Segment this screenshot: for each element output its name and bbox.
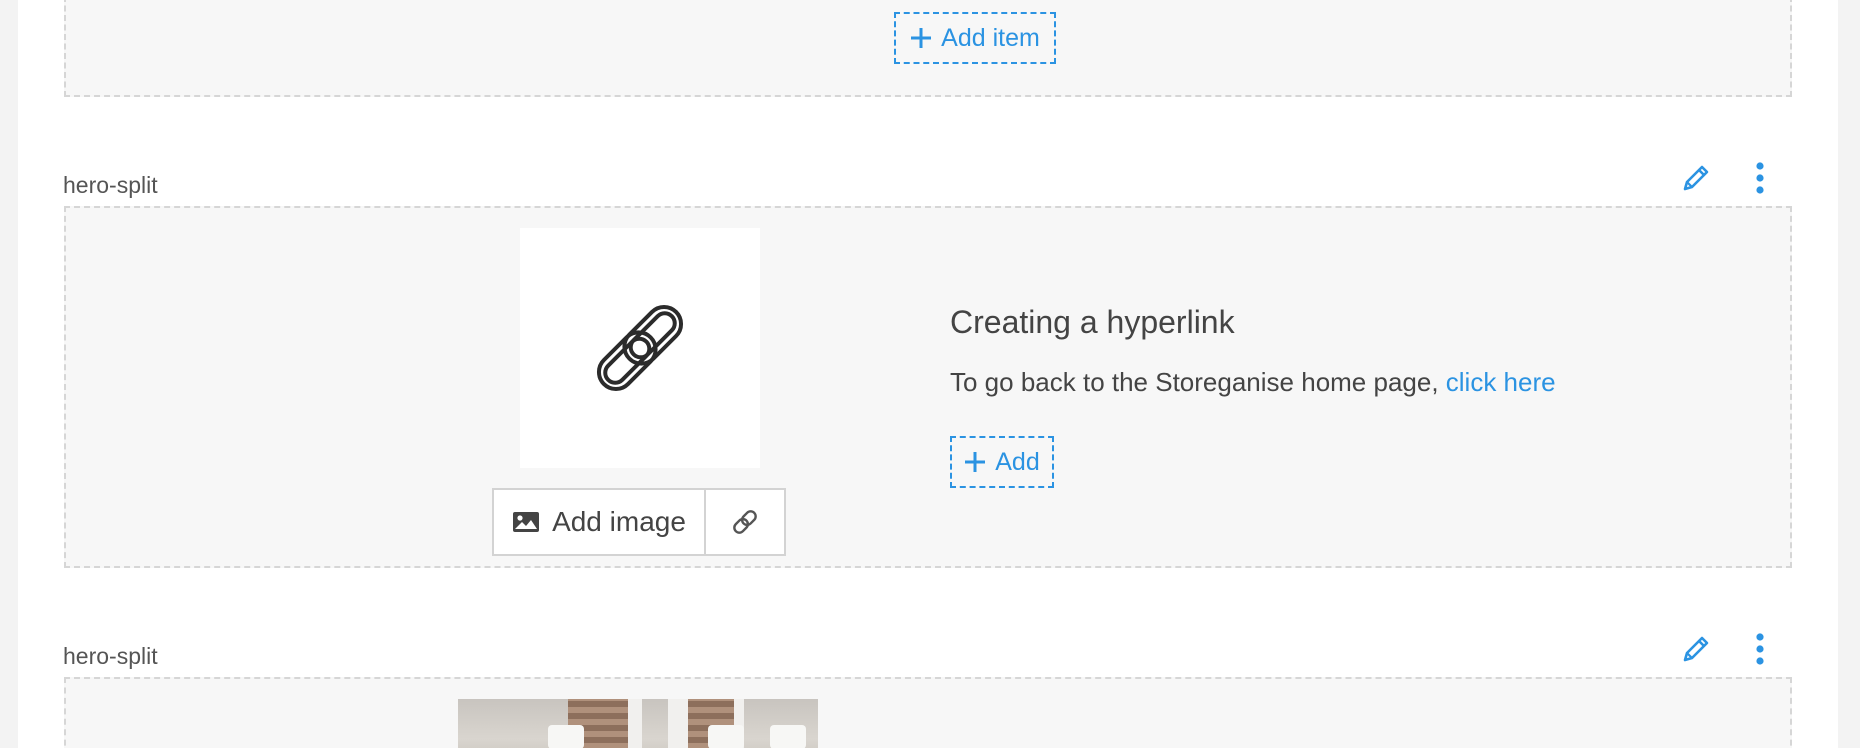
photo-lamp xyxy=(770,725,806,748)
add-button[interactable]: Add xyxy=(950,436,1054,488)
add-item-label: Add item xyxy=(941,23,1040,52)
photo-post xyxy=(628,699,642,748)
list-block: Add item xyxy=(64,0,1792,97)
body-text: To go back to the Storeganise home page, xyxy=(950,367,1446,397)
photo-post xyxy=(668,699,688,748)
section-label: hero-split xyxy=(63,643,158,669)
pencil-icon[interactable] xyxy=(1680,162,1712,194)
link-icon xyxy=(733,510,757,534)
add-item-button[interactable]: Add item xyxy=(894,12,1056,64)
image-placeholder[interactable] xyxy=(520,228,760,468)
image-actions: Add image xyxy=(492,488,786,556)
hero-split-block xyxy=(64,677,1792,748)
plus-icon xyxy=(911,28,932,48)
image-link-button[interactable] xyxy=(706,490,784,554)
plus-icon xyxy=(965,452,986,472)
add-label: Add xyxy=(995,447,1040,476)
add-image-button[interactable]: Add image xyxy=(494,490,706,554)
photo-lamp xyxy=(708,725,744,748)
pencil-icon[interactable] xyxy=(1680,633,1712,665)
hero-split-block: Add image Creating a hyperlink To go bac… xyxy=(64,206,1792,568)
add-image-label: Add image xyxy=(552,506,686,537)
text-column: Creating a hyperlink To go back to the S… xyxy=(950,304,1556,398)
section-label: hero-split xyxy=(63,172,158,198)
section-body[interactable]: To go back to the Storeganise home page,… xyxy=(950,367,1556,398)
photo-lamp xyxy=(548,725,584,748)
click-here-link[interactable]: click here xyxy=(1446,367,1556,397)
chain-link-icon xyxy=(596,304,684,392)
page-builder-canvas: Add item hero-split Add image Creating a… xyxy=(18,0,1838,748)
section-heading[interactable]: Creating a hyperlink xyxy=(950,304,1556,341)
vertical-dots-icon[interactable] xyxy=(1753,161,1767,195)
hero-image[interactable] xyxy=(458,699,818,748)
picture-icon xyxy=(513,512,540,532)
vertical-dots-icon[interactable] xyxy=(1753,632,1767,666)
